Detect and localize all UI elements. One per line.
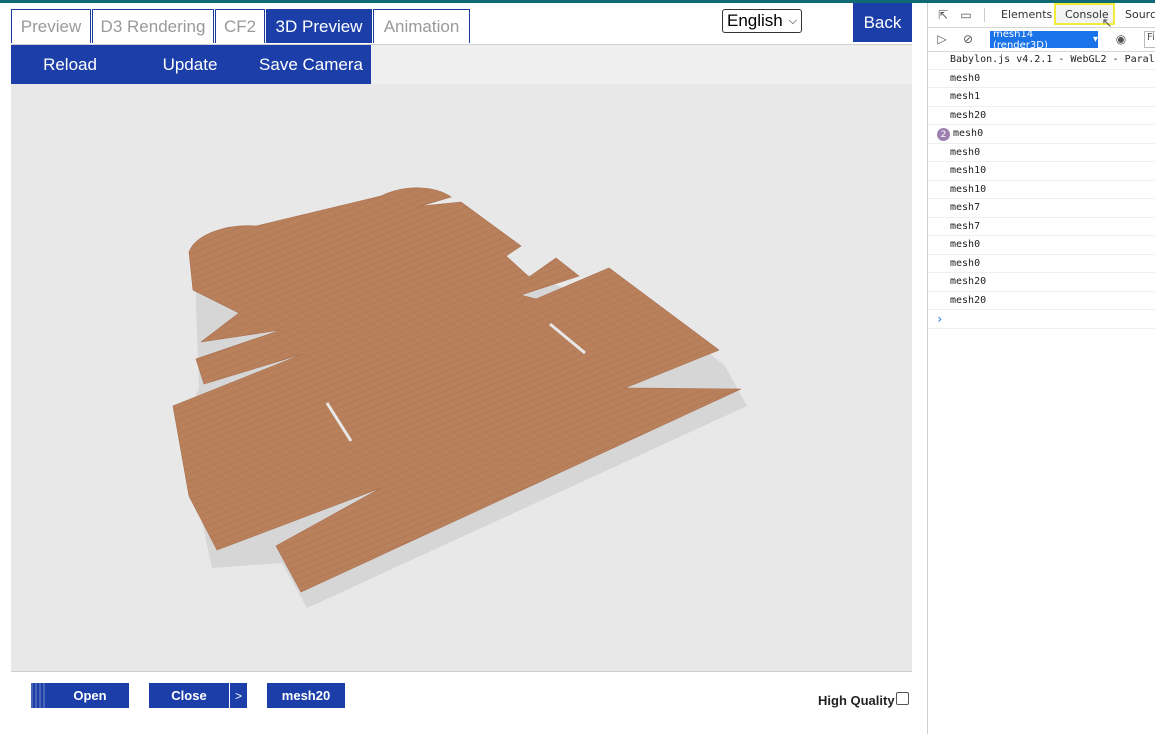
console-toolbar: ▷ ⊘ mesh14 (render3D) ▾ ◉ Fi (928, 28, 1155, 52)
toolbar: Reload Update Save Camera (11, 45, 912, 84)
devtools-separator (984, 8, 985, 22)
open-label: Open (73, 688, 107, 703)
console-row-text: mesh1 (950, 91, 981, 103)
close-button[interactable]: Close (149, 683, 229, 708)
chevron-down-icon: ⌵ (788, 14, 797, 27)
box-dieline-3d-render (172, 187, 747, 608)
console-row-text: mesh20 (950, 276, 987, 288)
update-button[interactable]: Update (129, 45, 251, 84)
console-row-text: mesh0 (950, 239, 981, 251)
console-row: mesh0 (928, 236, 1155, 255)
console-row-text: mesh10 (950, 183, 987, 195)
console-row: mesh1 (928, 88, 1155, 107)
save-camera-button[interactable]: Save Camera (251, 45, 371, 84)
console-row: Babylon.js v4.2.1 - WebGL2 - Parall (928, 51, 1155, 70)
console-row: mesh10 (928, 162, 1155, 181)
console-prompt[interactable]: › (928, 310, 1155, 329)
device-toolbar-icon[interactable]: ▭ (959, 8, 973, 22)
console-row-text: mesh0 (950, 257, 981, 269)
console-row: mesh7 (928, 218, 1155, 236)
console-row-text: mesh0 (953, 128, 984, 140)
dropdown-arrow-icon: ▾ (1092, 34, 1098, 45)
clear-console-icon[interactable]: ⊘ (961, 32, 975, 46)
tab-bar: Preview D3 Rendering CF2 3D Preview Anim… (11, 9, 471, 45)
console-row: mesh10 (928, 181, 1155, 199)
eye-icon[interactable]: ◉ (1114, 32, 1128, 46)
console-row: mesh7 (928, 199, 1155, 218)
console-row-text: mesh7 (950, 202, 981, 214)
app-panel: Preview D3 Rendering CF2 3D Preview Anim… (0, 3, 927, 734)
console-row-text: mesh20 (950, 294, 987, 306)
devtools-tab-bar: ⇱ ▭ Elements Console ↖ Source (928, 3, 1155, 31)
next-arrow-button[interactable]: > (229, 683, 247, 708)
console-row-text: Babylon.js v4.2.1 - WebGL2 - Parall (950, 54, 1155, 66)
context-select[interactable]: mesh14 (render3D) ▾ (990, 28, 1098, 51)
console-row: mesh0 (928, 255, 1155, 273)
3d-viewport[interactable] (11, 84, 912, 671)
console-row-text: mesh0 (950, 72, 981, 84)
console-row: mesh0 (928, 144, 1155, 162)
console-row: mesh20 (928, 273, 1155, 292)
console-row-text: mesh0 (950, 146, 981, 158)
console-row-text: mesh7 (950, 220, 981, 232)
console-row: mesh0 (928, 70, 1155, 88)
repeat-count-badge: 2 (937, 128, 950, 141)
tab-3d-preview[interactable]: 3D Preview (266, 9, 372, 43)
language-selected: English (727, 11, 783, 30)
devtools-panel: ⇱ ▭ Elements Console ↖ Source ▷ ⊘ mesh14… (927, 3, 1155, 734)
high-quality-label: High Quality (818, 693, 895, 708)
toolbar-button-group: Reload Update Save Camera (11, 45, 371, 84)
bottom-divider (11, 671, 912, 672)
tab-d3-rendering[interactable]: D3 Rendering (92, 9, 214, 43)
console-row: mesh20 (928, 292, 1155, 310)
inspect-element-icon[interactable]: ⇱ (936, 8, 950, 22)
sidebar-toggle-icon[interactable]: ▷ (935, 32, 949, 46)
console-row: 2 mesh0 (928, 125, 1155, 144)
language-select[interactable]: English ⌵ (722, 9, 802, 33)
tab-preview[interactable]: Preview (11, 9, 91, 43)
mesh-selector-button[interactable]: mesh20 (267, 683, 345, 708)
back-button[interactable]: Back (853, 3, 912, 42)
devtools-tab-elements[interactable]: Elements (1001, 8, 1052, 21)
open-button[interactable]: Open (31, 683, 129, 708)
filter-input[interactable]: Fi (1144, 31, 1155, 48)
context-select-value: mesh14 (render3D) (993, 28, 1048, 51)
reload-button[interactable]: Reload (11, 45, 129, 84)
console-log: Babylon.js v4.2.1 - WebGL2 - Parall mesh… (928, 51, 1155, 329)
tab-cf2[interactable]: CF2 (215, 9, 265, 43)
drag-handle-icon[interactable] (31, 683, 47, 708)
console-row-text: mesh20 (950, 109, 987, 121)
tab-animation[interactable]: Animation (373, 9, 470, 43)
console-row-text: mesh10 (950, 165, 987, 177)
console-row: mesh20 (928, 107, 1155, 125)
high-quality-checkbox[interactable] (896, 692, 909, 705)
devtools-tab-sources[interactable]: Source (1125, 8, 1155, 21)
